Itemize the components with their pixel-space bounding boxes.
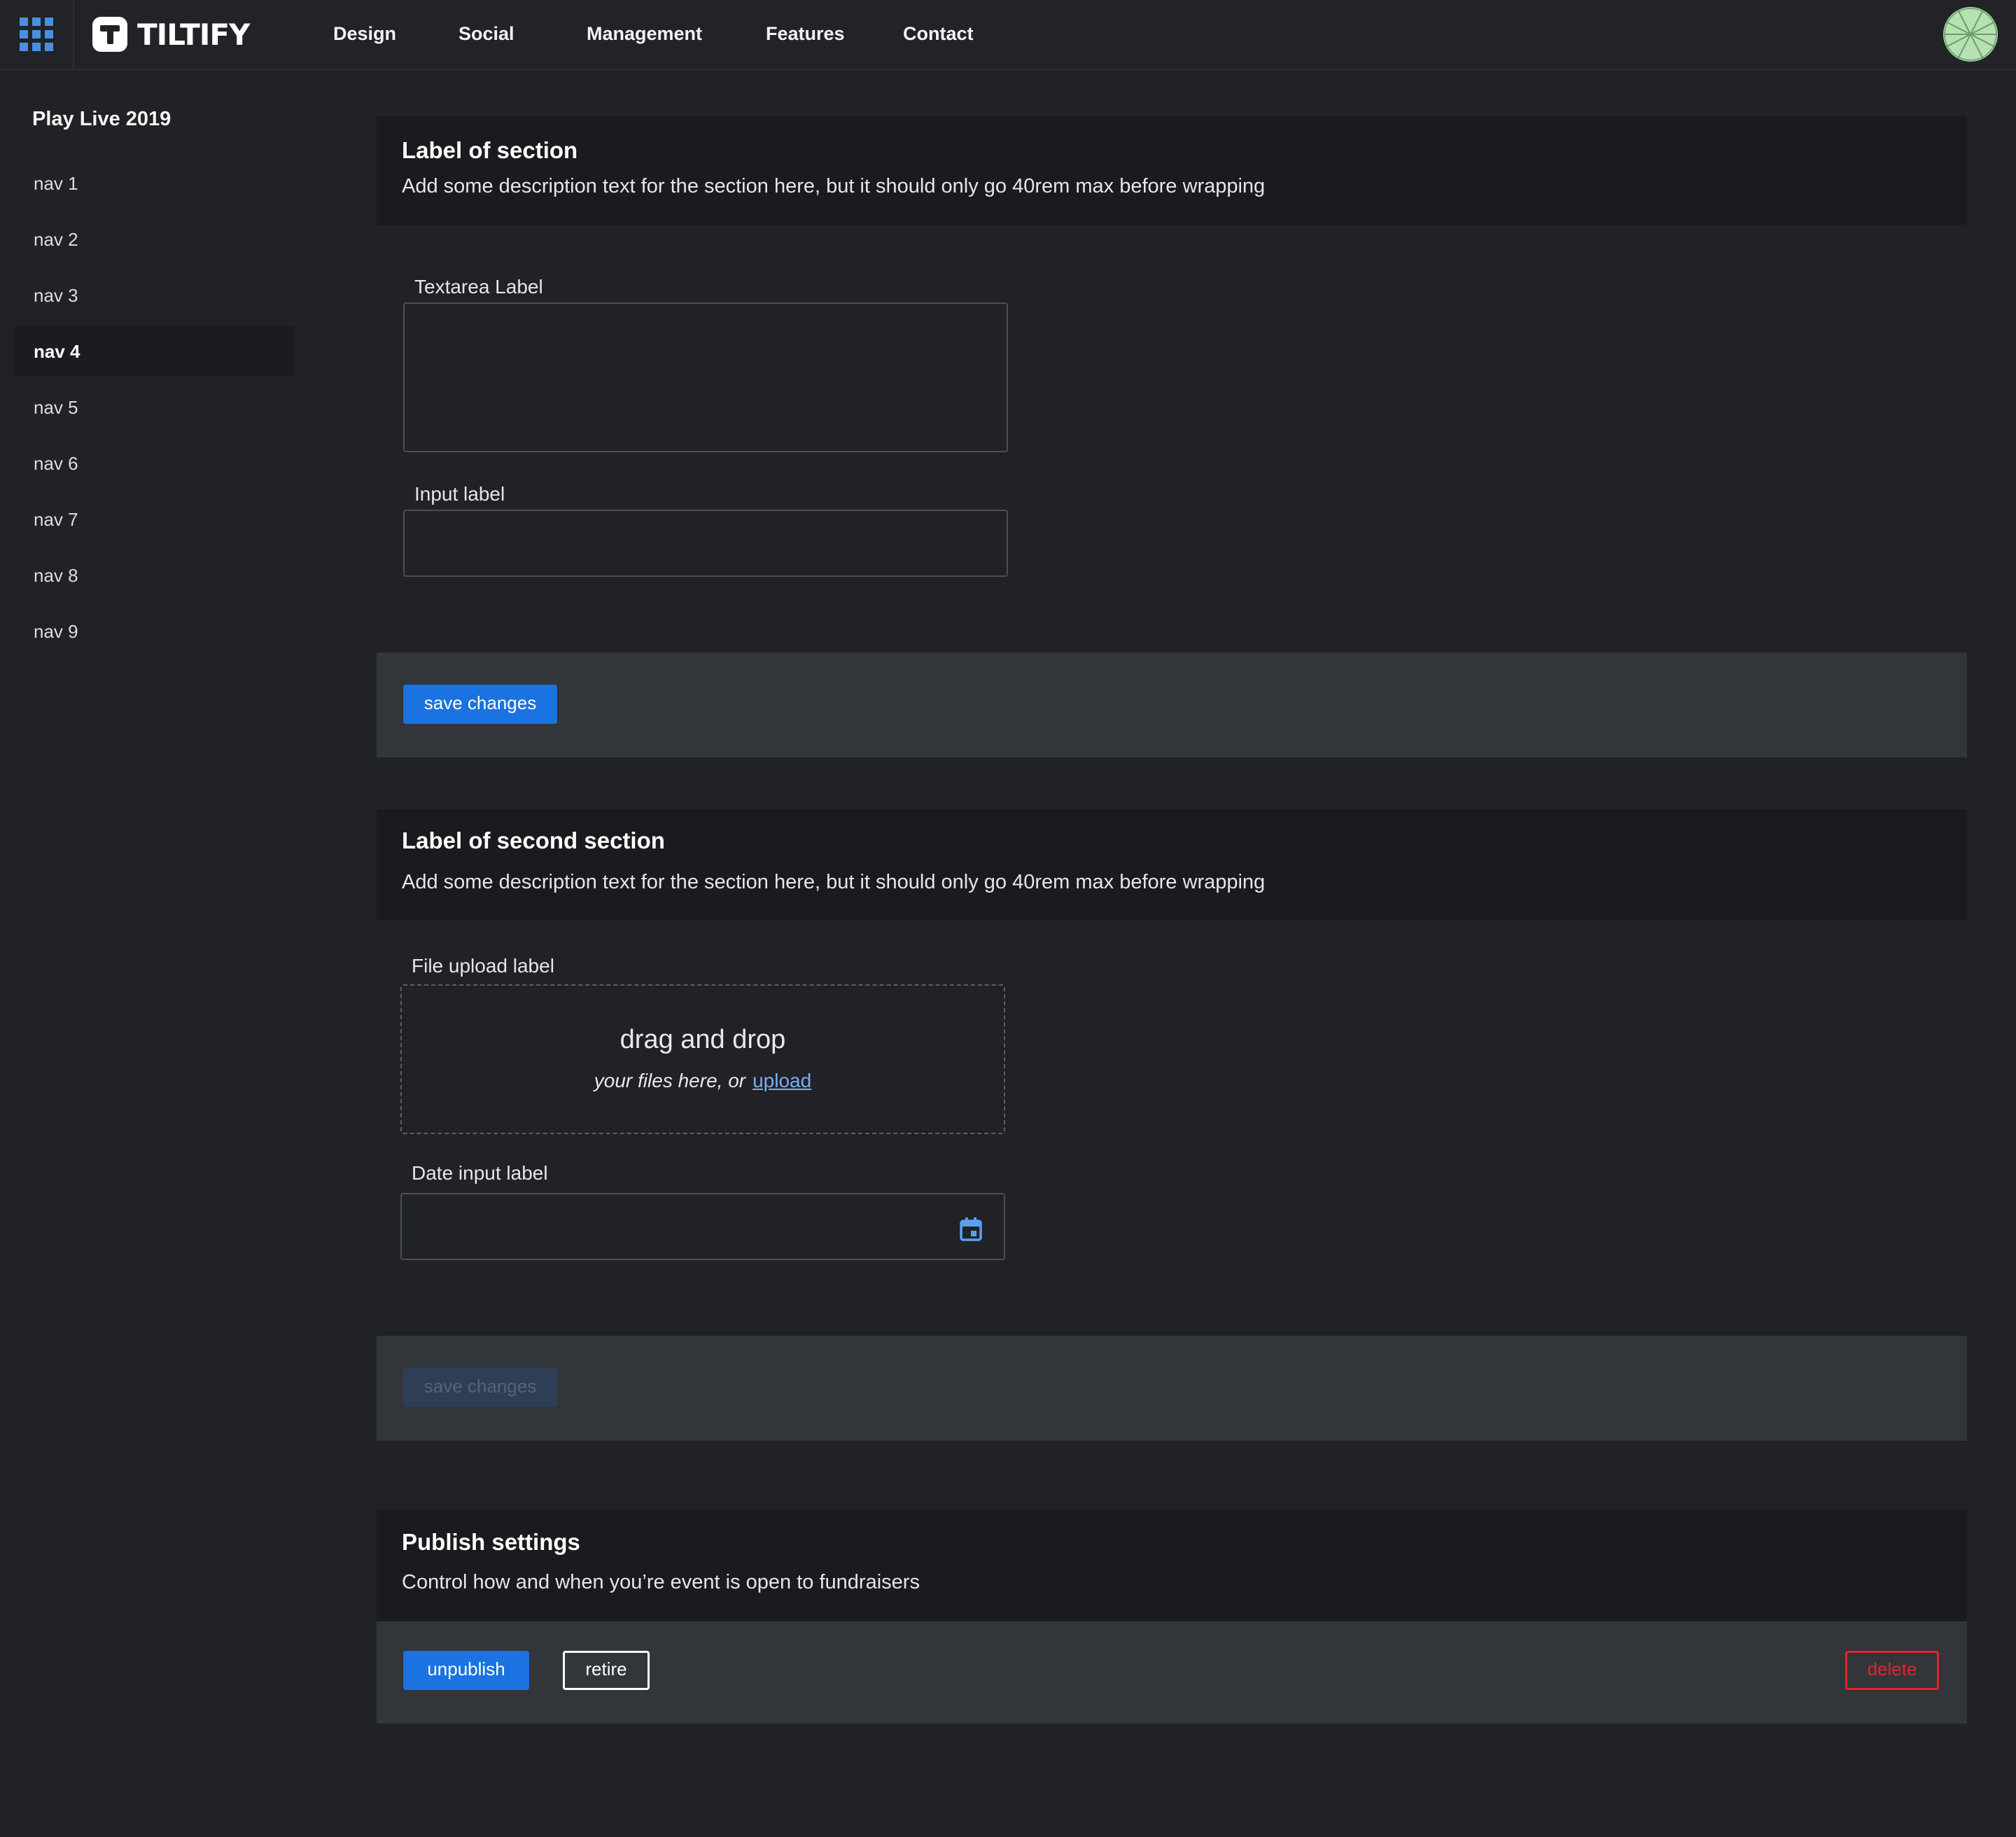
- nav-social[interactable]: Social: [458, 21, 514, 46]
- section-1-footer: save changes: [377, 652, 1967, 757]
- publish-description: Control how and when you’re event is ope…: [402, 1571, 920, 1593]
- file-upload-label: File upload label: [412, 955, 554, 977]
- brand-logo[interactable]: TILTIFY: [92, 17, 250, 52]
- section-1-title: Label of section: [402, 137, 578, 163]
- unpublish-button[interactable]: unpublish: [403, 1651, 529, 1690]
- sidebar-title: Play Live 2019: [32, 108, 172, 130]
- tiltify-logo-icon: [92, 17, 127, 52]
- sidebar-item-nav-6[interactable]: nav 6: [14, 438, 294, 489]
- sidebar-item-nav-2[interactable]: nav 2: [14, 214, 294, 265]
- upload-link[interactable]: upload: [752, 1070, 811, 1091]
- brand-name: TILTIFY: [137, 17, 250, 52]
- date-input-label: Date input label: [412, 1162, 548, 1184]
- section-card-1: Label of section Add some description te…: [377, 116, 1967, 757]
- top-bar: TILTIFY Design Social Management Feature…: [0, 0, 2016, 70]
- nav-contact[interactable]: Contact: [903, 21, 974, 46]
- section-1-header: Label of section Add some description te…: [377, 116, 1967, 225]
- nav-management[interactable]: Management: [587, 21, 702, 46]
- section-2-title: Label of second section: [402, 827, 665, 853]
- dropzone-subtitle-text: your files here, or: [594, 1070, 746, 1091]
- delete-button[interactable]: delete: [1845, 1651, 1939, 1690]
- sidebar-item-nav-5[interactable]: nav 5: [14, 382, 294, 433]
- calendar-icon[interactable]: [959, 1217, 983, 1242]
- dropzone-subtitle: your files here, or upload: [402, 1070, 1004, 1092]
- section-2-header: Label of second section Add some descrip…: [377, 809, 1967, 920]
- date-input[interactable]: [400, 1193, 1005, 1260]
- apps-grid-icon: [20, 18, 53, 51]
- retire-button[interactable]: retire: [563, 1651, 650, 1690]
- file-dropzone[interactable]: drag and drop your files here, or upload: [400, 984, 1005, 1134]
- section-2-footer: save changes: [377, 1336, 1967, 1441]
- user-avatar[interactable]: [1943, 7, 1998, 62]
- sidebar-item-nav-1[interactable]: nav 1: [14, 158, 294, 209]
- publish-settings-card: Publish settings Control how and when yo…: [377, 1509, 1967, 1724]
- apps-menu-button[interactable]: [0, 0, 74, 69]
- dropzone-title: drag and drop: [620, 1025, 786, 1054]
- section-card-2: Label of second section Add some descrip…: [377, 809, 1967, 1446]
- sidebar-item-nav-4[interactable]: nav 4: [14, 326, 294, 377]
- publish-footer: unpublish retire delete: [377, 1621, 1967, 1724]
- input-label: Input label: [414, 483, 505, 505]
- textarea-label: Textarea Label: [414, 276, 543, 298]
- save-changes-button[interactable]: save changes: [403, 685, 557, 724]
- section-1-body: Textarea Label Input label: [377, 225, 1967, 652]
- avatar-pattern-icon: [1944, 8, 1997, 61]
- section-1-description: Add some description text for the sectio…: [402, 175, 1266, 197]
- sidebar-item-nav-3[interactable]: nav 3: [14, 270, 294, 321]
- section-1-input[interactable]: [403, 510, 1008, 577]
- section-2-description: Add some description text for the sectio…: [402, 871, 1266, 893]
- sidebar-item-nav-9[interactable]: nav 9: [14, 606, 294, 657]
- section-1-textarea[interactable]: [403, 302, 1008, 452]
- save-changes-button-disabled: save changes: [403, 1368, 557, 1407]
- sidebar-item-nav-8[interactable]: nav 8: [14, 550, 294, 601]
- publish-title: Publish settings: [402, 1529, 580, 1555]
- publish-header: Publish settings Control how and when yo…: [377, 1509, 1967, 1621]
- nav-features[interactable]: Features: [766, 21, 845, 46]
- nav-design[interactable]: Design: [333, 21, 396, 46]
- sidebar-item-nav-7[interactable]: nav 7: [14, 494, 294, 545]
